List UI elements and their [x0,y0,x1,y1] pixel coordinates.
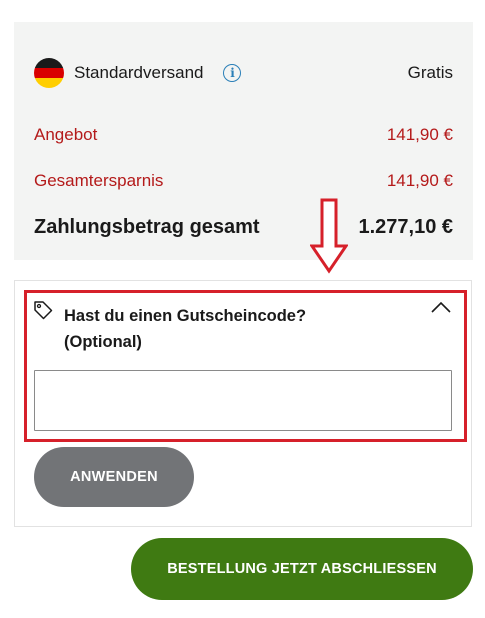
coupon-title-line1: Hast du einen Gutscheincode? [64,307,307,325]
offer-row: Angebot 141,90 € [34,122,453,148]
savings-row: Gesamtersparnis 141,90 € [34,168,453,194]
chevron-up-icon[interactable] [430,300,452,314]
savings-value: 141,90 € [386,171,453,190]
coupon-title-line2: (Optional) [64,333,142,351]
down-arrow-icon [310,198,348,274]
total-row: Zahlungsbetrag gesamt 1.277,10 € [34,212,453,242]
offer-value: 141,90 € [386,125,453,144]
tag-icon [34,301,53,320]
total-value: 1.277,10 € [358,215,453,238]
checkout-summary-page: Standardversand i Gratis Angebot 141,90 … [0,0,485,618]
coupon-toggle-title[interactable]: Hast du einen Gutscheincode? (Optional) [64,303,394,355]
offer-label: Angebot [34,125,98,144]
savings-label: Gesamtersparnis [34,171,164,190]
apply-coupon-button[interactable]: ANWENDEN [34,447,194,507]
shipping-value: Gratis [407,63,453,82]
shipping-label: Standardversand [74,63,204,82]
germany-flag-icon [34,58,64,88]
order-summary-box: Standardversand i Gratis Angebot 141,90 … [14,22,473,260]
shipping-row: Standardversand i Gratis [34,58,453,88]
total-label: Zahlungsbetrag gesamt [34,215,260,238]
info-icon[interactable]: i [223,64,242,82]
shipping-left: Standardversand i [34,58,242,88]
place-order-button[interactable]: BESTELLUNG JETZT ABSCHLIESSEN [131,538,473,600]
coupon-code-input[interactable] [34,370,452,431]
